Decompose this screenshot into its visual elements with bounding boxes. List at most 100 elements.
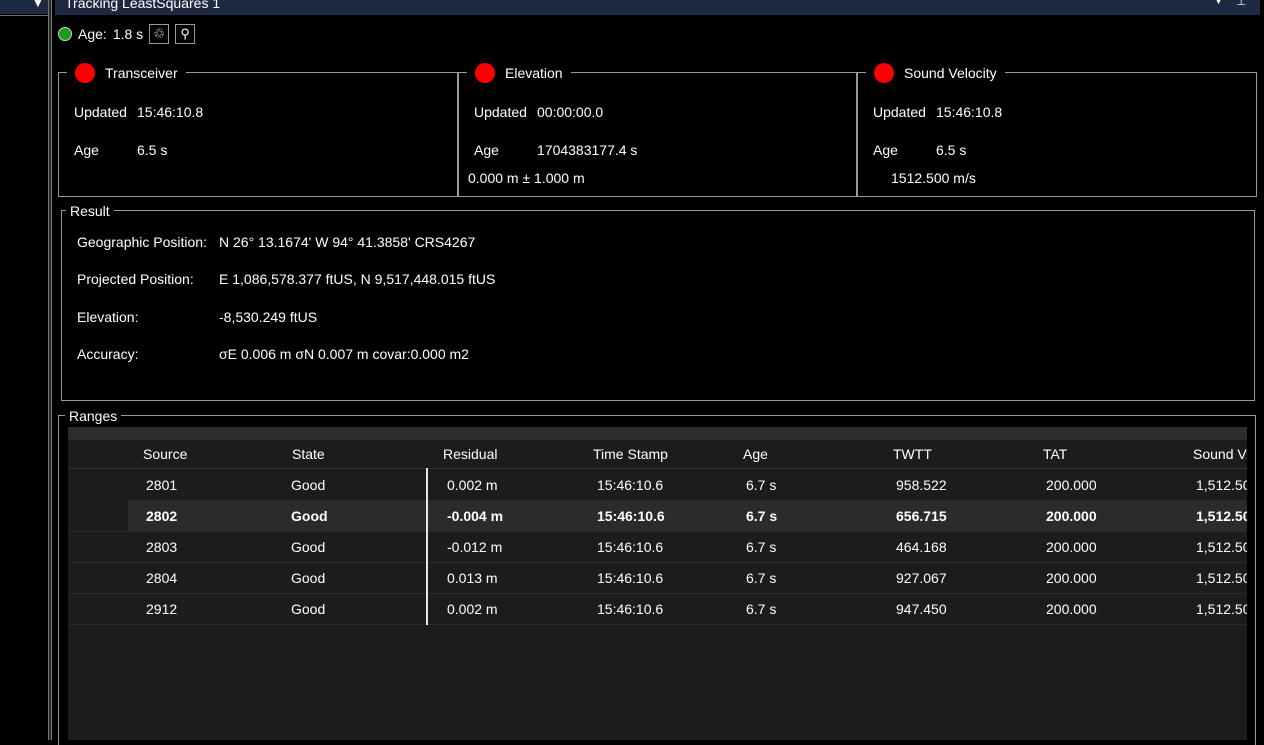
accuracy-label: Accuracy: [77,346,139,362]
search-icon[interactable]: ⚲ [175,24,196,44]
transceiver-title: Transceiver [105,65,178,81]
cell-age: 6.7 s [746,477,777,493]
tracking-panel: Tracking LeastSquares 1 ▼ ⊥ Age: 1.8 s ♲… [55,0,1264,745]
result-title: Result [66,203,114,219]
cell-twtt: 464.168 [896,539,947,555]
projected-position-label: Projected Position: [77,271,194,287]
column-header-sound-velocity[interactable]: Sound V [1193,446,1247,462]
left-dock-divider [0,15,48,16]
sound-velocity-updated-label: Updated [873,104,926,120]
sound-velocity-age-label: Age [873,142,898,158]
geographic-position-label: Geographic Position: [77,234,207,250]
cell-twtt: 947.450 [896,601,947,617]
elevation-header: Elevation [467,62,571,84]
elevation-updated-label: Updated [474,104,527,120]
transceiver-status-indicator [75,63,95,83]
cell-sound-velocity: 1,512.50 [1196,477,1247,493]
elevation-result-value: -8,530.249 ftUS [219,309,318,325]
sound-velocity-title: Sound Velocity [904,65,997,81]
elevation-result-label: Elevation: [77,309,139,325]
transceiver-age-label: Age [74,142,99,158]
transceiver-header: Transceiver [67,62,186,84]
column-header-twtt[interactable]: TWTT [893,446,932,462]
age-label: Age: [78,26,107,42]
column-header-age[interactable]: Age [743,446,768,462]
cell-state: Good [291,601,326,617]
cell-sound-velocity: 1,512.50 [1196,601,1247,617]
age-value: 1.8 s [112,26,144,42]
column-header-residual[interactable]: Residual [443,446,497,462]
ranges-table: Source State Residual Time Stamp Age TWT… [68,427,1247,740]
cell-time-stamp: 15:46:10.6 [597,539,664,555]
cell-age: 6.7 s [746,601,777,617]
cell-state: Good [291,508,328,524]
cell-state: Good [291,539,326,555]
left-dock-panel: ▼ [0,0,48,740]
cell-twtt: 958.522 [896,477,947,493]
row-header-stub [68,500,128,531]
transceiver-group: Transceiver Updated 15:46:10.8 Age 6.5 s [58,62,458,197]
table-row[interactable]: 2912 Good 0.002 m 15:46:10.6 6.7 s 947.4… [68,593,1247,625]
panel-title: Tracking LeastSquares 1 [65,0,221,11]
panel-titlebar: Tracking LeastSquares 1 ▼ ⊥ [55,0,1260,15]
table-row-selected[interactable]: 2802 Good -0.004 m 15:46:10.6 6.7 s 656.… [68,500,1247,532]
cell-time-stamp: 15:46:10.6 [597,601,664,617]
cell-time-stamp: 15:46:10.6 [597,508,665,524]
elevation-status-indicator [475,63,495,83]
cell-age: 6.7 s [746,539,777,555]
pin-icon[interactable]: ⊥ [1236,0,1246,8]
accuracy-value: σE 0.006 m σN 0.007 m covar:0.000 m2 [219,346,469,362]
cell-residual: 0.013 m [447,570,498,586]
table-row[interactable]: 2801 Good 0.002 m 15:46:10.6 6.7 s 958.5… [68,469,1247,501]
cell-tat: 200.000 [1046,508,1097,524]
cell-sound-velocity: 1,512.50 [1196,539,1247,555]
cell-time-stamp: 15:46:10.6 [597,570,664,586]
elevation-age-label: Age [474,142,499,158]
recycle-icon[interactable]: ♲ [149,24,170,44]
cell-source: 2803 [146,539,178,555]
elevation-value: 0.000 m ± 1.000 m [468,170,585,186]
column-header-tat[interactable]: TAT [1043,446,1067,462]
status-ok-indicator [58,27,72,41]
cell-tat: 200.000 [1046,601,1097,617]
cell-state: Good [291,477,326,493]
cell-tat: 200.000 [1046,477,1097,493]
table-row[interactable]: 2803 Good -0.012 m 15:46:10.6 6.7 s 464.… [68,531,1247,563]
sound-velocity-updated-value: 15:46:10.8 [936,104,1003,120]
column-header-source[interactable]: Source [143,446,187,462]
age-toolbar: Age: 1.8 s ♲ ⚲ [58,23,196,45]
left-dock-menu-icon[interactable]: ▼ [32,0,44,10]
cell-source: 2804 [146,570,178,586]
transceiver-updated-label: Updated [74,104,127,120]
chevron-down-icon[interactable]: ▼ [1213,0,1224,7]
sound-velocity-group: Sound Velocity Updated 15:46:10.8 Age 6.… [857,62,1257,197]
cell-residual: 0.002 m [447,477,498,493]
column-header-time-stamp[interactable]: Time Stamp [593,446,668,462]
panel-splitter[interactable] [48,0,52,740]
projected-position-value: E 1,086,578.377 ftUS, N 9,517,448.015 ft… [219,271,496,287]
elevation-age-value: 1704383177.4 s [537,142,638,158]
elevation-updated-value: 00:00:00.0 [537,104,604,120]
cell-residual: 0.002 m [447,601,498,617]
cell-source: 2801 [146,477,178,493]
cell-tat: 200.000 [1046,539,1097,555]
cell-sound-velocity: 1,512.50 [1196,508,1247,524]
sound-velocity-header: Sound Velocity [866,62,1005,84]
cell-sound-velocity: 1,512.50 [1196,570,1247,586]
cell-source: 2802 [146,508,178,524]
elevation-title: Elevation [505,65,563,81]
cell-twtt: 927.067 [896,570,947,586]
elevation-group: Elevation Updated 00:00:00.0 Age 1704383… [458,62,857,197]
result-group: Result Geographic Position: N 26° 13.167… [61,203,1255,401]
column-header-state[interactable]: State [292,446,325,462]
sound-velocity-status-indicator [874,63,894,83]
table-header: Source State Residual Time Stamp Age TWT… [68,440,1247,469]
cell-source: 2912 [146,601,178,617]
column-drag-indicator [426,468,428,625]
cell-residual: -0.012 m [447,539,503,555]
cell-twtt: 656.715 [896,508,947,524]
cell-residual: -0.004 m [447,508,504,524]
cell-age: 6.7 s [746,570,777,586]
table-scroll-header [68,427,1247,440]
table-row[interactable]: 2804 Good 0.013 m 15:46:10.6 6.7 s 927.0… [68,562,1247,594]
